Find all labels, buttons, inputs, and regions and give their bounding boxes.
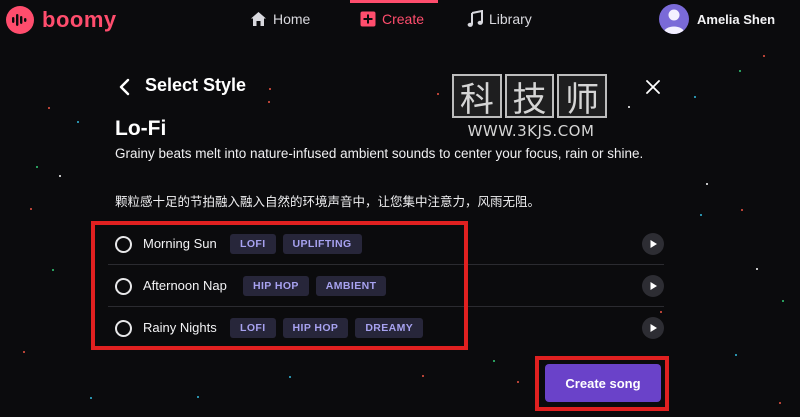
top-navigation-bar: boomy Home Create Library Amelia Shen bbox=[0, 0, 800, 40]
nav-library-label: Library bbox=[489, 11, 532, 27]
nav-home-label: Home bbox=[273, 11, 311, 27]
watermark-char: 技 bbox=[504, 74, 555, 120]
user-menu[interactable]: Amelia Shen bbox=[659, 4, 775, 34]
chevron-left-icon bbox=[119, 78, 130, 96]
play-icon bbox=[650, 282, 657, 290]
nav-create-label: Create bbox=[382, 11, 425, 27]
style-name: Lo-Fi bbox=[115, 117, 167, 140]
create-song-button[interactable]: Create song bbox=[545, 364, 661, 402]
user-name: Amelia Shen bbox=[697, 11, 776, 27]
play-icon bbox=[650, 240, 657, 248]
brand-name: boomy bbox=[42, 7, 117, 32]
style-description: Grainy beats melt into nature-infused am… bbox=[115, 146, 644, 161]
close-icon bbox=[646, 80, 660, 94]
watermark: 科 技 师 WWW.3KJS.COM bbox=[452, 74, 610, 146]
nav-home[interactable]: Home bbox=[250, 9, 310, 29]
modal-title: Select Style bbox=[145, 75, 247, 95]
home-icon bbox=[250, 11, 267, 27]
music-note-icon bbox=[467, 10, 483, 28]
play-preview-button[interactable] bbox=[642, 275, 664, 297]
brand-logo[interactable]: boomy bbox=[6, 6, 117, 34]
avatar bbox=[659, 4, 689, 34]
active-tab-indicator bbox=[350, 0, 438, 3]
play-preview-button[interactable] bbox=[642, 233, 664, 255]
nav-create[interactable]: Create bbox=[360, 9, 424, 29]
close-button[interactable] bbox=[646, 80, 660, 94]
style-description-translation: 颗粒感十足的节拍融入融入自然的环境声音中，让您集中注意力，风雨无阻。 bbox=[115, 195, 541, 209]
back-button[interactable] bbox=[118, 78, 132, 96]
play-icon bbox=[650, 324, 657, 332]
play-preview-button[interactable] bbox=[642, 317, 664, 339]
highlight-box-song-list bbox=[91, 221, 468, 350]
boomy-logo-icon bbox=[6, 6, 34, 34]
watermark-char: 科 bbox=[452, 74, 502, 120]
nav-library[interactable]: Library bbox=[467, 9, 532, 29]
plus-square-icon bbox=[360, 11, 376, 27]
watermark-char: 师 bbox=[557, 74, 608, 120]
watermark-url: WWW.3KJS.COM bbox=[467, 122, 595, 140]
